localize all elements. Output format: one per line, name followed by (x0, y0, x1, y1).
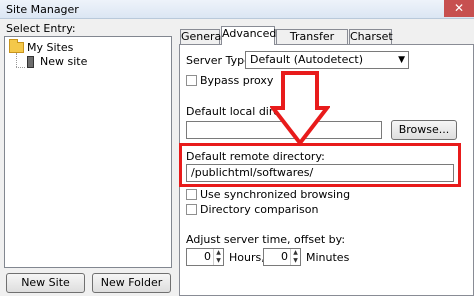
synchronized-browsing-checkbox[interactable] (186, 189, 197, 200)
bypass-proxy-checkbox[interactable] (186, 75, 197, 86)
server-type-value: Default (Autodetect) (250, 53, 364, 66)
new-site-button[interactable]: New Site (6, 273, 85, 293)
tab-general[interactable]: General (180, 29, 224, 44)
tree-item-label: New site (40, 55, 88, 68)
hours-label: Hours, (229, 251, 265, 264)
spin-down-icon[interactable]: ▼ (213, 257, 223, 265)
tree-item-my-sites[interactable]: My Sites (9, 39, 74, 54)
spin-down-icon[interactable]: ▼ (290, 257, 300, 265)
hours-value: 0 (204, 250, 211, 263)
window-title: Site Manager (6, 3, 79, 16)
spin-up-icon[interactable]: ▲ (213, 249, 223, 257)
select-entry-label: Select Entry: (6, 22, 76, 35)
minutes-label: Minutes (306, 251, 350, 264)
adjust-server-time-label: Adjust server time, offset by: (186, 233, 346, 246)
tree-connector (16, 67, 25, 68)
synchronized-browsing-label: Use synchronized browsing (200, 188, 351, 201)
minutes-spinner[interactable]: 0 ▲ ▼ (263, 248, 301, 266)
down-arrow-annotation (270, 71, 330, 147)
server-icon (27, 55, 34, 68)
site-tree[interactable]: My Sites New site (4, 36, 172, 268)
new-folder-button[interactable]: New Folder (92, 273, 171, 293)
tab-advanced[interactable]: Advanced (221, 26, 276, 45)
directory-comparison-checkbox[interactable] (186, 204, 197, 215)
tab-charset[interactable]: Charset (349, 29, 393, 44)
tree-item-new-site[interactable]: New site (27, 55, 87, 68)
close-button[interactable]: ✕ (444, 0, 474, 17)
title-bar: Site Manager ✕ (0, 0, 474, 19)
minutes-value: 0 (281, 250, 288, 263)
browse-button[interactable]: Browse... (391, 120, 457, 140)
folder-icon (9, 39, 24, 53)
chevron-down-icon: ▼ (398, 55, 405, 65)
spin-up-icon[interactable]: ▲ (290, 249, 300, 257)
browse-button-label: Browse... (398, 123, 450, 136)
tab-transfer-settings[interactable]: Transfer Settings (276, 29, 348, 57)
new-folder-button-label: New Folder (100, 276, 163, 289)
directory-comparison-label: Directory comparison (200, 203, 319, 216)
tree-connector (16, 53, 17, 67)
hours-spinner[interactable]: 0 ▲ ▼ (186, 248, 224, 266)
bypass-proxy-label: Bypass proxy (200, 74, 274, 87)
tree-item-label: My Sites (27, 41, 74, 54)
new-site-button-label: New Site (21, 276, 70, 289)
server-type-select[interactable]: Default (Autodetect) ▼ (245, 51, 409, 69)
